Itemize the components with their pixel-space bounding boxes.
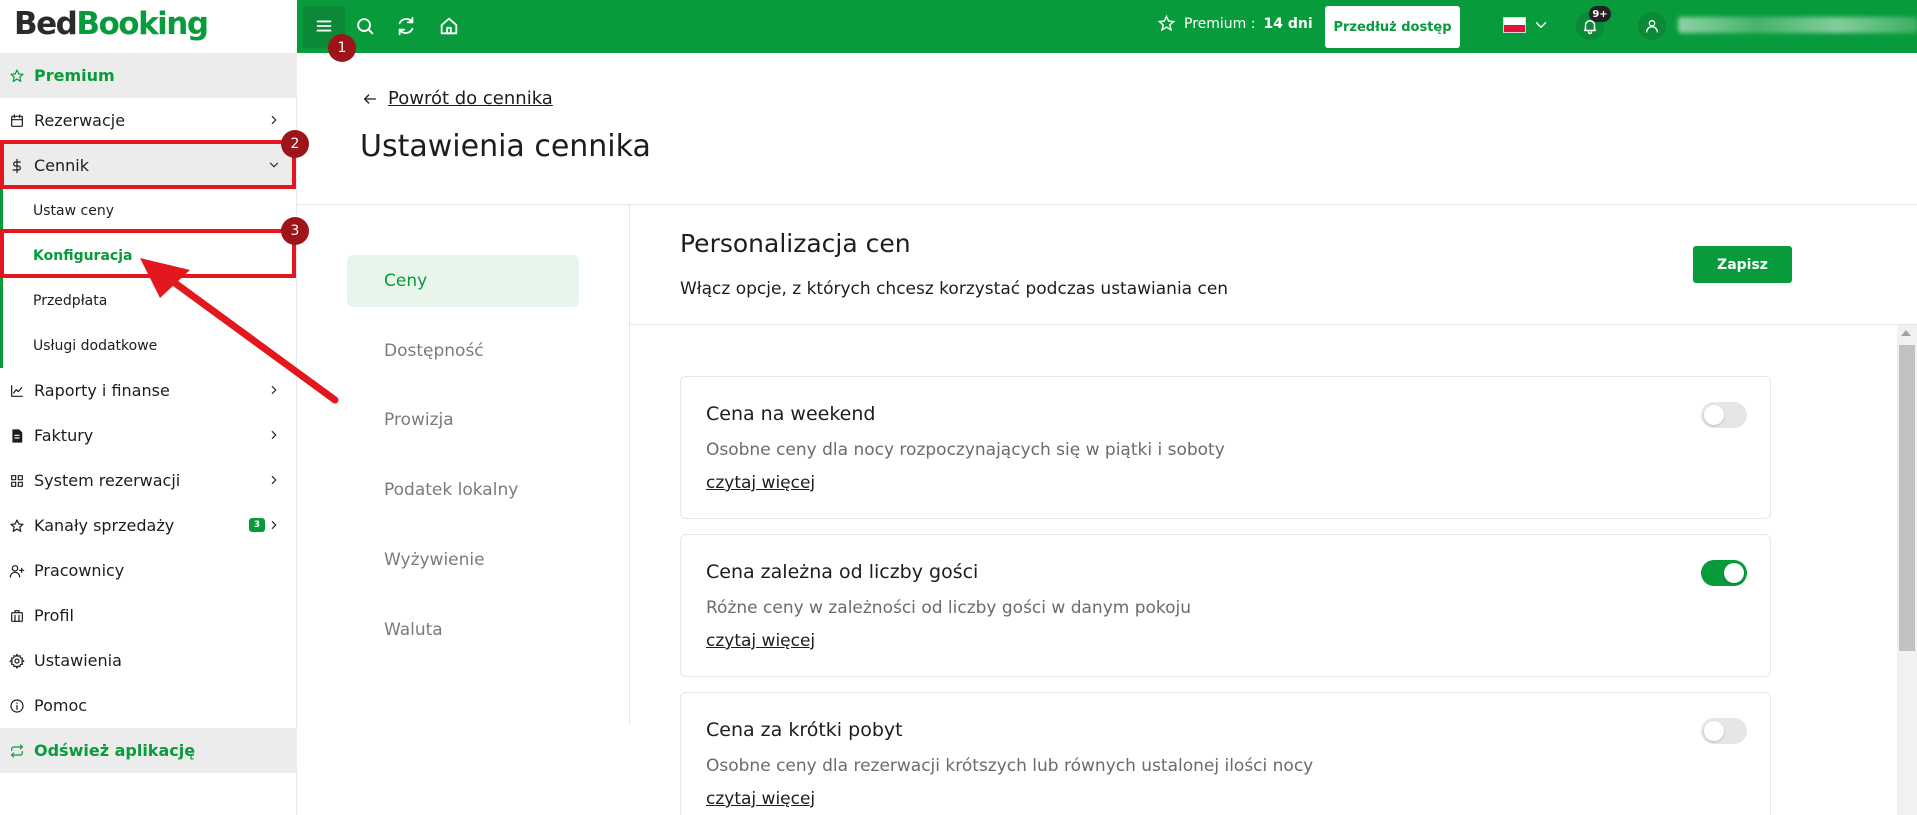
star-icon xyxy=(1157,14,1176,32)
read-more-link[interactable]: czytaj więcej xyxy=(706,473,815,493)
gear-icon xyxy=(8,652,26,670)
sync-icon xyxy=(8,742,26,760)
sidebar-item-label: Odśwież aplikację xyxy=(34,741,196,760)
option-description: Osobne ceny dla nocy rozpoczynających si… xyxy=(706,440,1225,460)
section-subtitle: Włącz opcje, z których chcesz korzystać … xyxy=(680,279,1229,299)
sidebar-item-refresh-app[interactable]: Odśwież aplikację xyxy=(0,728,297,773)
sidebar-item-help[interactable]: Pomoc xyxy=(0,683,297,728)
scroll-up-arrow-icon[interactable] xyxy=(1901,330,1911,336)
sidebar-item-employees[interactable]: Pracownicy xyxy=(0,548,297,593)
back-to-pricing-link[interactable]: Powrót do cennika xyxy=(362,88,553,109)
user-email-blurred[interactable] xyxy=(1678,17,1917,33)
tab-commission[interactable]: Prowizja xyxy=(347,394,579,446)
home-icon[interactable] xyxy=(436,13,462,39)
sidebar-item-settings[interactable]: Ustawienia xyxy=(0,638,297,683)
refresh-icon[interactable] xyxy=(393,13,419,39)
arrow-left-icon xyxy=(364,93,376,104)
sidebar-item-premium[interactable]: Premium xyxy=(0,53,297,98)
option-card-short-stay-price: Cena za krótki pobyt Osobne ceny dla rez… xyxy=(680,692,1771,815)
sidebar-item-label: Kanały sprzedaży xyxy=(34,516,175,535)
option-title: Cena zależna od liczby gości xyxy=(706,561,979,583)
section-divider xyxy=(630,324,1917,325)
weekend-price-toggle[interactable] xyxy=(1701,402,1747,428)
option-description: Osobne ceny dla rezerwacji krótszych lub… xyxy=(706,756,1314,776)
guest-count-price-toggle[interactable] xyxy=(1701,560,1747,586)
chevron-right-icon xyxy=(267,517,283,533)
sidebar-subitem-set-prices[interactable]: Ustaw ceny xyxy=(0,188,297,233)
section-title: Personalizacja cen xyxy=(680,229,911,258)
sidebar-item-reservations[interactable]: Rezerwacje xyxy=(0,98,297,143)
tab-prices[interactable]: Ceny xyxy=(347,255,579,307)
nav-divider xyxy=(629,204,630,724)
notifications-count-badge: 9+ xyxy=(1589,6,1611,22)
short-stay-price-toggle[interactable] xyxy=(1701,718,1747,744)
grid-icon xyxy=(8,472,26,490)
annotation-arrow-icon xyxy=(140,258,339,404)
premium-label: Premium : xyxy=(1184,15,1256,32)
building-icon xyxy=(8,607,26,625)
star-icon xyxy=(8,67,26,85)
language-flag-icon[interactable] xyxy=(1503,17,1526,33)
user-avatar-icon[interactable] xyxy=(1638,12,1666,40)
premium-status: Premium : 14 dni xyxy=(1157,14,1313,33)
bedbooking-logo[interactable]: BedBooking xyxy=(14,6,209,42)
calendar-icon xyxy=(8,112,26,130)
annotation-highlight-pricing xyxy=(0,140,296,189)
chevron-right-icon xyxy=(267,427,283,443)
option-title: Cena za krótki pobyt xyxy=(706,719,903,741)
save-button[interactable]: Zapisz xyxy=(1693,246,1792,283)
tab-currency[interactable]: Waluta xyxy=(347,604,579,656)
star-outline-icon xyxy=(8,517,26,535)
user-plus-icon xyxy=(8,562,26,580)
annotation-step-badge: 3 xyxy=(281,217,309,245)
sidebar-item-label: Premium xyxy=(34,66,115,85)
chart-line-icon xyxy=(8,382,26,400)
sidebar-item-booking-system[interactable]: System rezerwacji xyxy=(0,458,297,503)
option-description: Różne ceny w zależności od liczby gości … xyxy=(706,598,1192,618)
tab-local-tax[interactable]: Podatek lokalny xyxy=(347,464,579,516)
logo-area[interactable]: BedBooking xyxy=(0,0,297,53)
extend-access-button[interactable]: Przedłuż dostęp xyxy=(1325,6,1460,48)
option-card-weekend-price: Cena na weekend Osobne ceny dla nocy roz… xyxy=(680,376,1771,519)
info-icon xyxy=(8,697,26,715)
sidebar-item-invoices[interactable]: Faktury xyxy=(0,413,297,458)
sidebar-item-label: Profil xyxy=(34,606,74,625)
app-root: Premium : 14 dni Przedłuż dostęp 9+ BedBo… xyxy=(0,0,1917,815)
chevron-down-icon[interactable] xyxy=(1532,16,1550,34)
sidebar-item-label: Ustawienia xyxy=(34,651,122,670)
chevron-right-icon xyxy=(267,472,283,488)
chevron-right-icon xyxy=(267,112,283,128)
annotation-step-badge: 2 xyxy=(281,130,309,158)
sidebar-item-label: System rezerwacji xyxy=(34,471,181,490)
scrollbar-thumb[interactable] xyxy=(1899,345,1915,651)
option-card-guest-count-price: Cena zależna od liczby gości Różne ceny … xyxy=(680,534,1771,677)
tab-availability[interactable]: Dostępność xyxy=(347,325,579,377)
option-title: Cena na weekend xyxy=(706,403,876,425)
page-title: Ustawienia cennika xyxy=(360,129,651,164)
sidebar-item-label: Rezerwacje xyxy=(34,111,126,130)
sidebar-item-profile[interactable]: Profil xyxy=(0,593,297,638)
back-link-label: Powrót do cennika xyxy=(388,88,553,109)
search-icon[interactable] xyxy=(352,13,378,39)
annotation-step-badge: 1 xyxy=(328,34,356,62)
invoice-icon xyxy=(8,427,26,445)
read-more-link[interactable]: czytaj więcej xyxy=(706,789,815,809)
sidebar-item-label: Pomoc xyxy=(34,696,88,715)
read-more-link[interactable]: czytaj więcej xyxy=(706,631,815,651)
header-divider xyxy=(297,204,1917,205)
premium-days: 14 dni xyxy=(1263,15,1313,32)
tab-meals[interactable]: Wyżywienie xyxy=(347,534,579,586)
sidebar-item-label: Faktury xyxy=(34,426,94,445)
hamburger-menu-icon[interactable] xyxy=(311,13,337,39)
sidebar-item-sales-channels[interactable]: Kanały sprzedaży 3 xyxy=(0,503,297,548)
sidebar-item-label: Pracownicy xyxy=(34,561,125,580)
sales-channels-count-badge: 3 xyxy=(249,518,265,532)
